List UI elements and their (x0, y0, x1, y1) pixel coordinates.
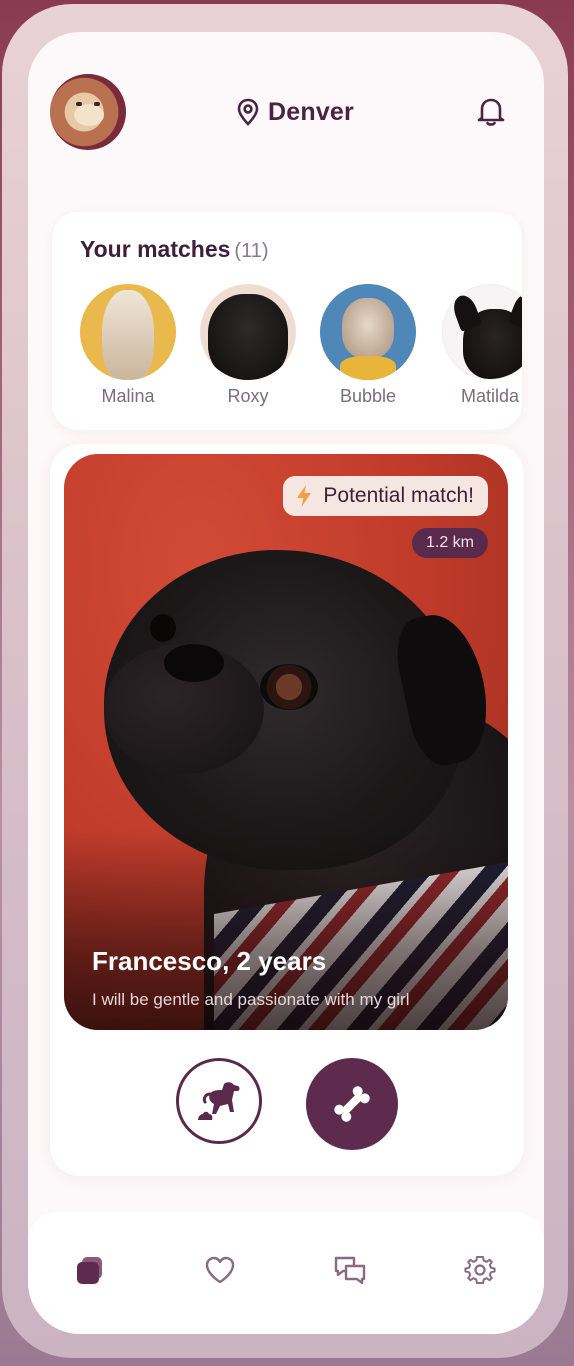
cards-icon (77, 1257, 102, 1284)
avatar-dog-snout (74, 104, 104, 126)
match-dog-ear (449, 292, 483, 332)
match-item[interactable]: Malina (78, 284, 178, 407)
app-screen: Denver Your matches (11) Malina Roxy Bub… (28, 32, 544, 1334)
match-dog (208, 294, 288, 380)
location-pin-icon (237, 98, 259, 126)
match-item[interactable]: Bubble (318, 284, 418, 407)
match-photo (80, 284, 176, 380)
matches-heading: Your matches (11) (80, 236, 269, 263)
match-dog (102, 290, 154, 380)
match-name: Malina (101, 386, 155, 406)
match-name: Roxy (227, 386, 269, 406)
avatar[interactable] (50, 74, 126, 150)
location-selector[interactable]: Denver (236, 96, 354, 128)
bone-icon (334, 1086, 370, 1122)
profile-card: Potential match! 1.2 km Francesco, 2 yea… (50, 444, 524, 1176)
phone-frame: Denver Your matches (11) Malina Roxy Bub… (2, 4, 568, 1358)
matches-title: Your matches (80, 236, 231, 262)
match-name: Matilda (460, 386, 520, 406)
bottom-nav (28, 1212, 544, 1334)
match-dog-collar (340, 356, 396, 380)
pass-button[interactable] (176, 1058, 262, 1144)
pug-eye (260, 664, 318, 710)
dog-poop-icon (198, 1082, 240, 1120)
distance-badge: 1.2 km (411, 528, 488, 558)
pet-name: Francesco, 2 years (92, 946, 327, 976)
match-item[interactable]: Matilda (440, 284, 522, 407)
avatar-dog-eye (76, 102, 82, 106)
bell-icon[interactable] (474, 94, 508, 128)
match-photo (200, 284, 296, 380)
match-photo (442, 284, 522, 380)
match-dog (342, 298, 394, 358)
like-button[interactable] (306, 1058, 398, 1150)
nav-settings[interactable] (460, 1250, 500, 1290)
avatar-dog-eye (94, 102, 100, 106)
location-label: Denver (268, 97, 354, 126)
heart-icon (205, 1256, 235, 1284)
chat-icon (334, 1256, 366, 1285)
header: Denver (28, 32, 544, 182)
gear-icon (464, 1256, 496, 1284)
pug-nose (164, 644, 224, 682)
match-item[interactable]: Roxy (198, 284, 298, 407)
match-photo (320, 284, 416, 380)
nav-messages[interactable] (330, 1250, 370, 1290)
pug-eye (150, 614, 176, 642)
pet-bio: I will be gentle and passionate with my … (92, 990, 410, 1009)
profile-photo[interactable]: Potential match! 1.2 km Francesco, 2 yea… (64, 454, 508, 1030)
nav-cards[interactable] (70, 1250, 110, 1290)
nav-favorites[interactable] (200, 1250, 240, 1290)
matches-count: (11) (234, 240, 269, 262)
potential-match-label: Potential match! (323, 484, 474, 507)
potential-match-badge: Potential match! (283, 476, 488, 516)
match-name: Bubble (339, 386, 397, 406)
matches-section: Your matches (11) Malina Roxy Bubble Mat… (52, 212, 522, 430)
lightning-icon (297, 485, 312, 507)
